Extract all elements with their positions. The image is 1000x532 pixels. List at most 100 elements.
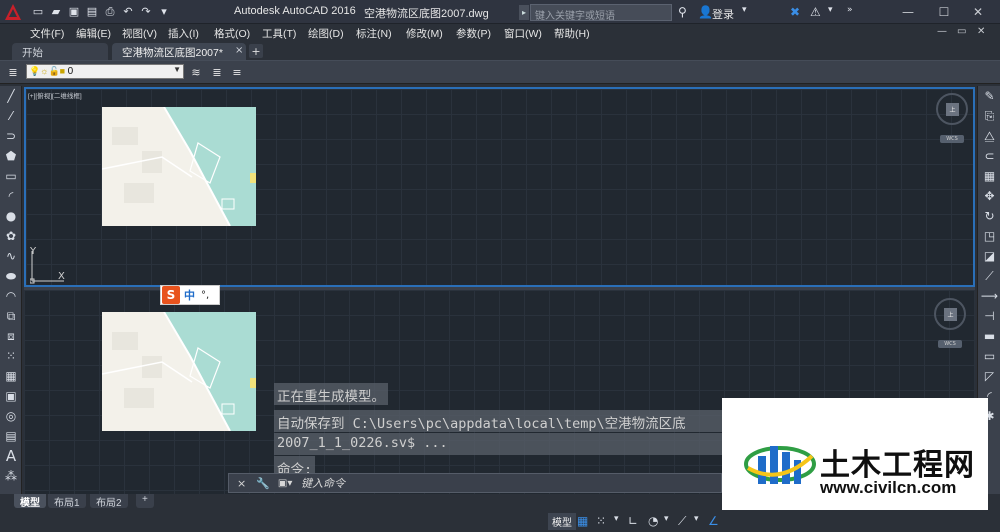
point-icon[interactable]: ⁙ — [0, 346, 22, 366]
model-space-button[interactable]: 模型 — [548, 513, 576, 530]
object-snap-tracking-icon[interactable]: ∠ — [708, 514, 719, 528]
menu-parametric[interactable]: 参数(P) — [456, 26, 491, 41]
add-layout-button[interactable]: + — [136, 494, 154, 508]
menu-dimension[interactable]: 标注(N) — [356, 26, 392, 41]
make-block-icon[interactable]: ⧈ — [0, 326, 22, 346]
break-icon[interactable]: ▬ — [978, 326, 1000, 346]
chamfer-icon[interactable]: ◸ — [978, 366, 1000, 386]
recent-commands-icon[interactable]: ▣▾ — [278, 478, 292, 489]
polygon-icon[interactable]: ⬟ — [0, 146, 22, 166]
snap-icon[interactable]: ⁙ — [596, 514, 606, 528]
insert-block-icon[interactable]: ⧉ — [0, 306, 22, 326]
make-current-layer-icon[interactable]: ≋ — [188, 65, 204, 80]
layer-previous-icon[interactable]: ≣ — [209, 65, 225, 80]
trim-icon[interactable]: ⟋ — [978, 266, 1000, 286]
ime-toolbar[interactable]: S 中 °, — [160, 285, 220, 305]
viewport-controls[interactable]: [+][俯视][二维线框] — [28, 90, 82, 100]
break-at-point-icon[interactable]: ⊣ — [978, 306, 1000, 326]
polyline-icon[interactable]: ⊃ — [0, 126, 22, 146]
print-icon[interactable]: ⎙ — [102, 4, 118, 20]
menu-file[interactable]: 文件(F) — [30, 26, 64, 41]
menu-edit[interactable]: 编辑(E) — [76, 26, 111, 41]
ellipse-arc-icon[interactable]: ◠ — [0, 286, 22, 306]
gradient-icon[interactable]: ▣ — [0, 386, 22, 406]
help-dropdown-icon[interactable]: ▾ — [828, 5, 833, 15]
qat-dropdown-icon[interactable]: ▾ — [156, 4, 172, 20]
arc-icon[interactable]: ◜ — [0, 186, 22, 206]
grid-icon[interactable]: ▦ — [577, 514, 588, 528]
login-dropdown-icon[interactable]: ▾ — [742, 5, 747, 15]
doc-restore-button[interactable]: ▭ — [957, 26, 966, 37]
menu-window[interactable]: 窗口(W) — [504, 26, 542, 41]
menu-help[interactable]: 帮助(H) — [554, 26, 590, 41]
close-window-button[interactable]: ✕ — [968, 3, 988, 21]
layer-properties-icon[interactable]: ≣ — [5, 65, 21, 80]
offset-icon[interactable]: ⊂ — [978, 146, 1000, 166]
tab-drawing[interactable]: 空港物流区底图2007* — [112, 43, 246, 60]
rectangle-icon[interactable]: ▭ — [0, 166, 22, 186]
wcs-menu[interactable]: WCS — [940, 135, 964, 143]
new-icon[interactable]: ▭ — [30, 4, 46, 20]
open-icon[interactable]: ▰ — [48, 4, 64, 20]
snap-dropdown-icon[interactable]: ▾ — [614, 514, 619, 524]
wcs-menu[interactable]: WCS — [938, 340, 962, 348]
viewcube[interactable]: 上 — [934, 298, 966, 330]
viewcube-face[interactable]: 上 — [944, 308, 957, 321]
revision-cloud-icon[interactable]: ✿ — [0, 226, 22, 246]
viewcube-face[interactable]: 上 — [946, 103, 959, 116]
ime-language[interactable]: 中 — [184, 287, 195, 303]
join-icon[interactable]: ▭ — [978, 346, 1000, 366]
menu-format[interactable]: 格式(O) — [214, 26, 250, 41]
construction-line-icon[interactable]: ⁄ — [0, 106, 22, 126]
erase-icon[interactable]: ✎ — [978, 86, 1000, 106]
isodraft-icon[interactable]: ⟋ — [678, 514, 686, 529]
user-icon[interactable]: 👤 — [698, 5, 713, 19]
menu-view[interactable]: 视图(V) — [122, 26, 157, 41]
doc-minimize-button[interactable]: — — [937, 26, 947, 37]
stretch-icon[interactable]: ◪ — [978, 246, 1000, 266]
more-icon[interactable]: » — [847, 5, 853, 15]
new-tab-button[interactable]: + — [249, 44, 263, 58]
redo-icon[interactable]: ↷ — [138, 4, 154, 20]
spline-icon[interactable]: ∿ — [0, 246, 22, 266]
tab-layout2[interactable]: 布局2 — [90, 494, 128, 509]
autodesk-360-icon[interactable]: ⚠ — [810, 5, 821, 19]
polar-icon[interactable]: ◔ — [648, 514, 658, 528]
search-input[interactable]: 键入关键字或短语 — [530, 4, 672, 22]
tab-close-icon[interactable]: × — [235, 45, 243, 56]
mirror-icon[interactable]: ⧋ — [978, 126, 1000, 146]
rotate-icon[interactable]: ↻ — [978, 206, 1000, 226]
command-close-icon[interactable]: × — [237, 477, 246, 490]
menu-draw[interactable]: 绘图(D) — [308, 26, 344, 41]
undo-icon[interactable]: ↶ — [120, 4, 136, 20]
exchange-icon[interactable]: ✖ — [790, 5, 800, 19]
ime-punctuation[interactable]: °, — [201, 290, 209, 301]
menu-tools[interactable]: 工具(T) — [262, 26, 296, 41]
viewport-top[interactable]: [+][俯视][二维线框] 上 WCS — [24, 87, 975, 287]
search-expand-icon[interactable]: ▸ — [519, 5, 529, 20]
login-button[interactable]: 登录 — [712, 6, 734, 22]
menu-insert[interactable]: 插入(I) — [168, 26, 199, 41]
binoculars-icon[interactable]: ⚲ — [678, 5, 687, 19]
circle-icon[interactable]: ● — [0, 206, 22, 226]
tab-layout1[interactable]: 布局1 — [48, 494, 86, 509]
extend-icon[interactable]: ⟶ — [978, 286, 1000, 306]
layer-dropdown[interactable]: 💡☼🔓■ 0 ▼ — [26, 64, 184, 79]
hatch-icon[interactable]: ▦ — [0, 366, 22, 386]
save-icon[interactable]: ▣ — [66, 4, 82, 20]
menu-modify[interactable]: 修改(M) — [406, 26, 443, 41]
table-icon[interactable]: ▤ — [0, 426, 22, 446]
command-input[interactable]: 键入命令 — [301, 475, 345, 491]
move-icon[interactable]: ✥ — [978, 186, 1000, 206]
isodraft-dropdown-icon[interactable]: ▾ — [694, 514, 699, 524]
application-menu-button[interactable] — [2, 1, 24, 23]
tab-start[interactable]: 开始 — [12, 43, 108, 60]
scale-icon[interactable]: ◳ — [978, 226, 1000, 246]
layer-match-icon[interactable]: ≡ — [229, 65, 245, 80]
ortho-icon[interactable]: ∟ — [628, 514, 638, 528]
copy-icon[interactable]: ⎘ — [978, 106, 1000, 126]
region-icon[interactable]: ◎ — [0, 406, 22, 426]
wrench-icon[interactable]: 🔧 — [256, 477, 270, 490]
doc-close-button[interactable]: ✕ — [977, 26, 985, 37]
viewcube[interactable]: 上 — [936, 93, 968, 125]
